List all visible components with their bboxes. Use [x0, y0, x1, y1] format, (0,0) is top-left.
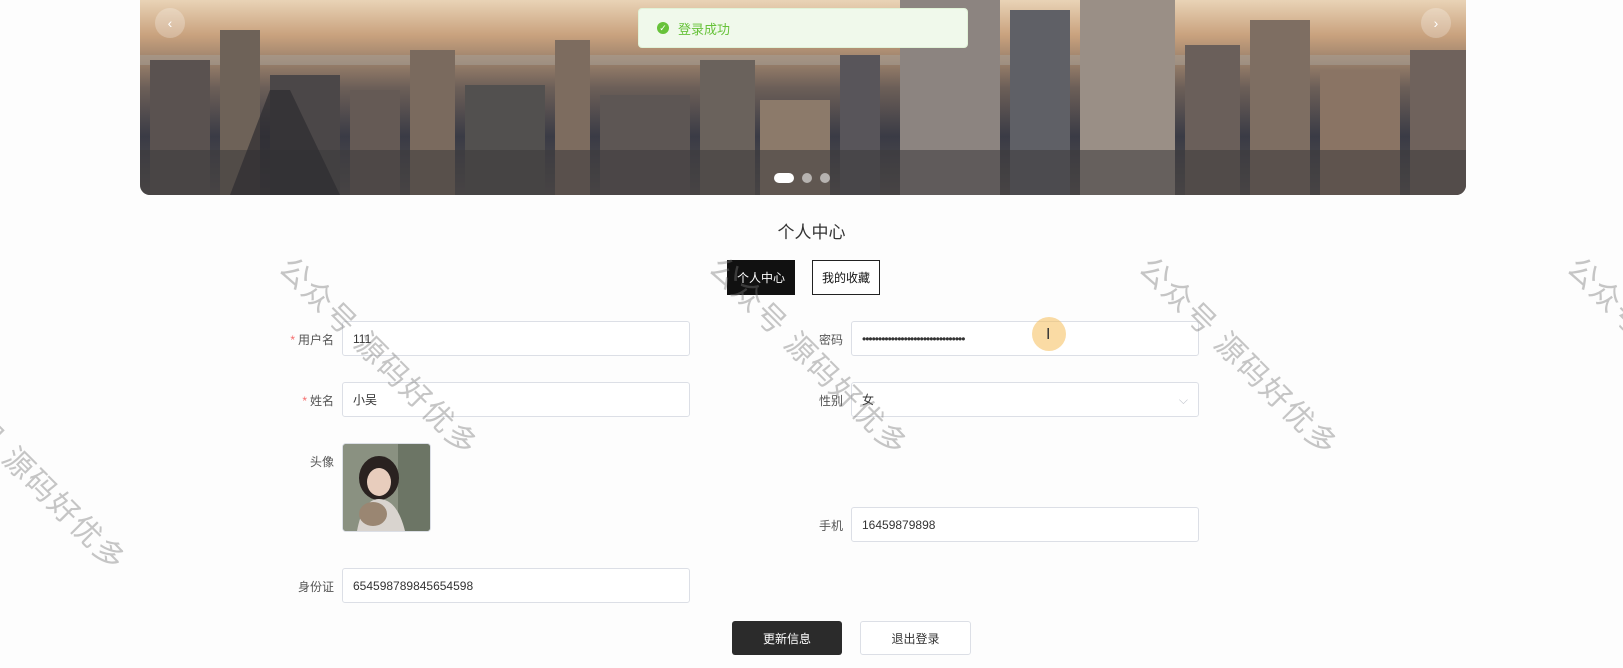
- toast-message: 登录成功: [678, 21, 731, 37]
- phone-input[interactable]: 16459879898: [851, 507, 1199, 542]
- chevron-down-icon: ⌵: [1178, 393, 1188, 407]
- carousel-dot[interactable]: [774, 173, 794, 183]
- username-label-text: 用户名: [297, 333, 334, 347]
- gender-select[interactable]: 女 ⌵: [851, 382, 1199, 417]
- avatar-image[interactable]: [342, 443, 431, 532]
- username-label: * 用户名: [244, 331, 334, 348]
- id-card-label: 身份证: [297, 580, 334, 594]
- logout-button[interactable]: 退出登录: [860, 621, 971, 655]
- carousel-indicators: [774, 173, 830, 183]
- avatar-label: 头像: [309, 455, 334, 469]
- carousel-dot[interactable]: [802, 173, 812, 183]
- watermark: 公众号 源码好优多: [1560, 251, 1623, 463]
- carousel-prev-button[interactable]: ‹: [155, 8, 185, 38]
- carousel-dot[interactable]: [820, 173, 830, 183]
- password-input[interactable]: ••••••••••••••••••••••••••••••••: [851, 321, 1199, 356]
- name-label-text: 姓名: [309, 394, 334, 408]
- watermark: 公众号 源码好优多: [0, 366, 132, 579]
- carousel-next-button[interactable]: ›: [1421, 8, 1451, 38]
- update-info-button[interactable]: 更新信息: [732, 621, 842, 655]
- id-card-input[interactable]: 654598789845654598: [342, 568, 690, 603]
- text-cursor-icon: I: [1046, 325, 1051, 343]
- page-title: 个人中心: [777, 223, 846, 242]
- check-circle-icon: ✓: [657, 22, 669, 34]
- required-mark: *: [290, 333, 295, 347]
- name-label: * 姓名: [244, 392, 334, 409]
- avatar-photo: [343, 444, 430, 531]
- phone-label: 手机: [818, 519, 843, 533]
- tab-favorites[interactable]: 我的收藏: [812, 260, 880, 295]
- required-mark: *: [302, 394, 307, 408]
- success-toast: ✓ 登录成功: [638, 8, 968, 48]
